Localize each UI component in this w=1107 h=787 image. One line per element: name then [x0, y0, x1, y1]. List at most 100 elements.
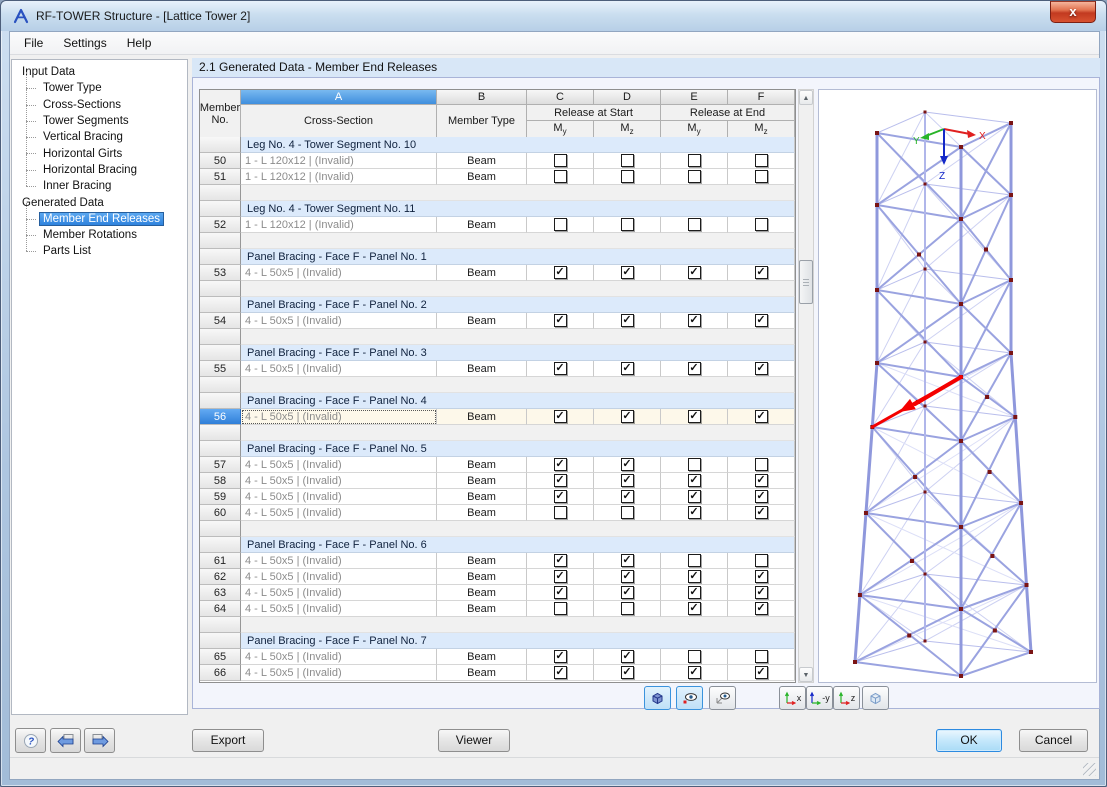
- table-scrollbar[interactable]: ▲ ▼: [798, 89, 814, 683]
- release-cell[interactable]: [594, 553, 661, 569]
- release-checkbox[interactable]: [755, 314, 768, 327]
- release-cell[interactable]: [661, 313, 728, 329]
- release-checkbox[interactable]: [755, 506, 768, 519]
- release-checkbox[interactable]: [688, 570, 701, 583]
- isometric-view-button[interactable]: [862, 686, 889, 710]
- cross-section-cell[interactable]: 4 - L 50x5 | (Invalid): [241, 649, 437, 665]
- member-no-cell[interactable]: 65: [200, 649, 241, 665]
- member-no-cell[interactable]: 59: [200, 489, 241, 505]
- release-cell[interactable]: [728, 265, 795, 281]
- release-cell[interactable]: [594, 489, 661, 505]
- release-cell[interactable]: [728, 473, 795, 489]
- member-type-cell[interactable]: Beam: [437, 505, 527, 521]
- release-checkbox[interactable]: [554, 506, 567, 519]
- release-checkbox[interactable]: [621, 602, 634, 615]
- release-cell[interactable]: [594, 313, 661, 329]
- release-checkbox[interactable]: [688, 362, 701, 375]
- view-x-button[interactable]: x: [779, 686, 806, 710]
- release-cell[interactable]: [661, 569, 728, 585]
- release-cell[interactable]: [527, 169, 594, 185]
- row-gutter[interactable]: [200, 137, 241, 153]
- member-type-cell[interactable]: Beam: [437, 153, 527, 169]
- release-checkbox[interactable]: [688, 490, 701, 503]
- cross-section-cell[interactable]: 4 - L 50x5 | (Invalid): [241, 361, 437, 377]
- release-cell[interactable]: [594, 665, 661, 681]
- view-minus-y-button[interactable]: -y: [806, 686, 833, 710]
- release-checkbox[interactable]: [554, 170, 567, 183]
- release-checkbox[interactable]: [755, 666, 768, 679]
- member-no-cell[interactable]: 63: [200, 585, 241, 601]
- release-cell[interactable]: [594, 217, 661, 233]
- member-type-cell[interactable]: Beam: [437, 665, 527, 681]
- column-letter-f[interactable]: F: [728, 90, 795, 105]
- release-cell[interactable]: [527, 649, 594, 665]
- release-cell[interactable]: [527, 409, 594, 425]
- scroll-down-arrow[interactable]: ▼: [799, 667, 813, 682]
- cross-section-cell[interactable]: 4 - L 50x5 | (Invalid): [241, 457, 437, 473]
- cross-section-cell[interactable]: 4 - L 50x5 | (Invalid): [241, 505, 437, 521]
- row-gutter[interactable]: [200, 425, 241, 441]
- release-cell[interactable]: [527, 361, 594, 377]
- release-checkbox[interactable]: [688, 506, 701, 519]
- release-checkbox[interactable]: [554, 218, 567, 231]
- release-cell[interactable]: [728, 649, 795, 665]
- release-checkbox[interactable]: [755, 154, 768, 167]
- release-cell[interactable]: [728, 313, 795, 329]
- member-type-cell[interactable]: Beam: [437, 489, 527, 505]
- release-cell[interactable]: [594, 505, 661, 521]
- release-cell[interactable]: [728, 569, 795, 585]
- member-type-cell[interactable]: Beam: [437, 313, 527, 329]
- release-cell[interactable]: [661, 409, 728, 425]
- release-checkbox[interactable]: [688, 602, 701, 615]
- release-checkbox[interactable]: [554, 650, 567, 663]
- scroll-up-arrow[interactable]: ▲: [799, 90, 813, 105]
- release-checkbox[interactable]: [688, 154, 701, 167]
- sidebar-item-parts-list[interactable]: Parts List: [18, 243, 185, 259]
- help-button[interactable]: ?: [15, 728, 46, 753]
- menu-item-help[interactable]: Help: [117, 33, 162, 53]
- member-no-cell[interactable]: 61: [200, 553, 241, 569]
- release-cell[interactable]: [527, 505, 594, 521]
- row-gutter[interactable]: [200, 185, 241, 201]
- release-checkbox[interactable]: [688, 218, 701, 231]
- rotate-view-button[interactable]: [644, 686, 671, 710]
- row-gutter[interactable]: [200, 633, 241, 649]
- release-checkbox[interactable]: [621, 458, 634, 471]
- release-cell[interactable]: [728, 169, 795, 185]
- release-cell[interactable]: [728, 217, 795, 233]
- release-cell[interactable]: [661, 489, 728, 505]
- sidebar-item-cross-sections[interactable]: Cross-Sections: [18, 97, 185, 113]
- cancel-button[interactable]: Cancel: [1019, 729, 1088, 752]
- member-type-cell[interactable]: Beam: [437, 649, 527, 665]
- column-letter-c[interactable]: C: [527, 90, 594, 105]
- release-cell[interactable]: [527, 601, 594, 617]
- member-type-cell[interactable]: Beam: [437, 601, 527, 617]
- cross-section-cell[interactable]: 4 - L 50x5 | (Invalid): [241, 313, 437, 329]
- release-cell[interactable]: [728, 553, 795, 569]
- release-checkbox[interactable]: [554, 602, 567, 615]
- member-no-cell[interactable]: 64: [200, 601, 241, 617]
- resize-grip[interactable]: [1083, 763, 1096, 776]
- release-checkbox[interactable]: [688, 170, 701, 183]
- column-letter-b[interactable]: B: [437, 90, 527, 105]
- release-cell[interactable]: [728, 457, 795, 473]
- row-gutter[interactable]: [200, 297, 241, 313]
- release-checkbox[interactable]: [755, 650, 768, 663]
- row-gutter[interactable]: [200, 281, 241, 297]
- row-gutter[interactable]: [200, 441, 241, 457]
- ok-button[interactable]: OK: [936, 729, 1002, 752]
- release-checkbox[interactable]: [755, 410, 768, 423]
- member-no-cell[interactable]: 57: [200, 457, 241, 473]
- cross-section-cell[interactable]: 1 - L 120x12 | (Invalid): [241, 217, 437, 233]
- release-cell[interactable]: [661, 169, 728, 185]
- scroll-thumb[interactable]: [799, 260, 813, 304]
- release-cell[interactable]: [728, 601, 795, 617]
- cross-section-cell[interactable]: 4 - L 50x5 | (Invalid): [241, 585, 437, 601]
- release-cell[interactable]: [728, 361, 795, 377]
- sidebar-item-generated-data[interactable]: Generated Data: [18, 194, 185, 210]
- release-checkbox[interactable]: [621, 650, 634, 663]
- sidebar-item-horizontal-bracing[interactable]: Horizontal Bracing: [18, 162, 185, 178]
- release-checkbox[interactable]: [688, 650, 701, 663]
- member-no-cell[interactable]: 56: [200, 409, 241, 425]
- release-cell[interactable]: [527, 489, 594, 505]
